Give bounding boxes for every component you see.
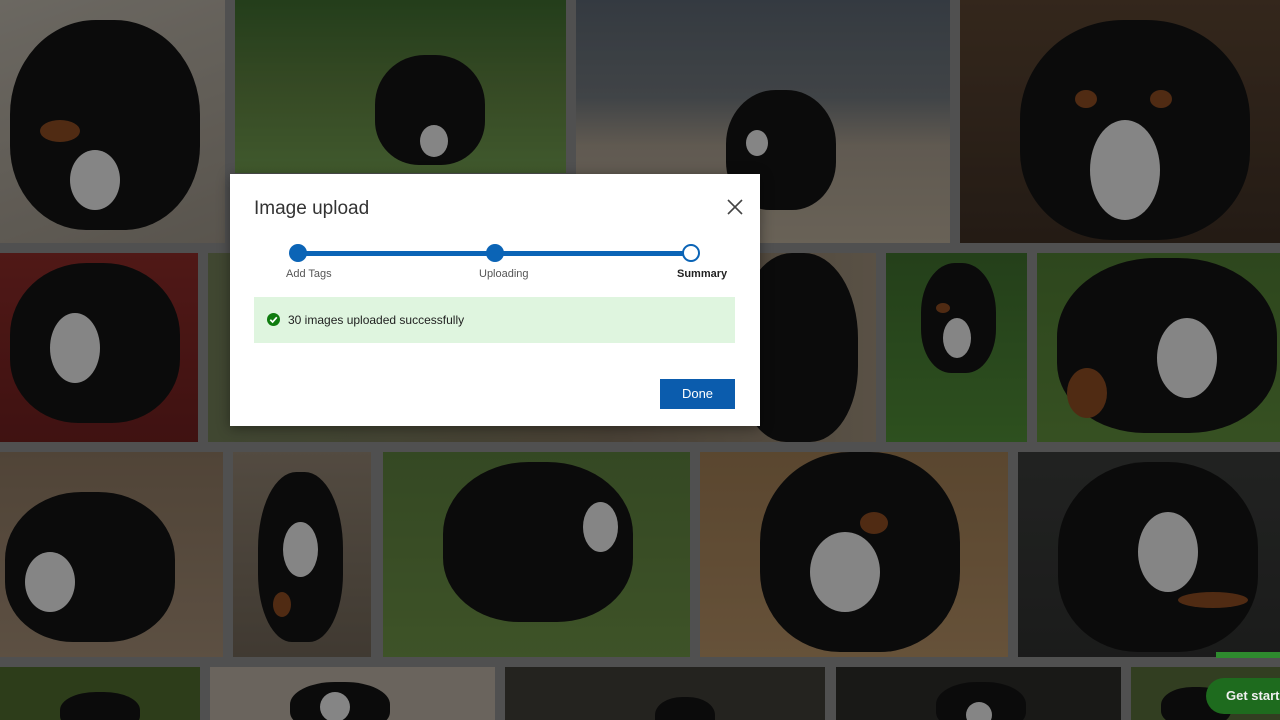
upload-progress-stepper: Add Tags Uploading Summary <box>230 242 760 286</box>
check-circle-icon <box>267 313 280 326</box>
done-button[interactable]: Done <box>660 379 735 409</box>
step-dot-summary <box>682 244 700 262</box>
dialog-title: Image upload <box>254 198 370 219</box>
success-message: 30 images uploaded successfully <box>288 313 465 327</box>
close-icon <box>727 199 743 215</box>
get-started-button[interactable]: Get starte <box>1206 678 1280 714</box>
step-dot-add-tags <box>289 244 307 262</box>
step-label-add-tags: Add Tags <box>286 268 332 280</box>
progress-strip <box>1216 652 1280 658</box>
success-message-bar: 30 images uploaded successfully <box>254 297 735 343</box>
close-button[interactable] <box>724 196 746 218</box>
step-dot-uploading <box>486 244 504 262</box>
step-label-uploading: Uploading <box>479 268 529 280</box>
step-label-summary: Summary <box>677 268 728 280</box>
image-upload-dialog: Image upload Add Tags Uploading Summary … <box>230 174 760 426</box>
